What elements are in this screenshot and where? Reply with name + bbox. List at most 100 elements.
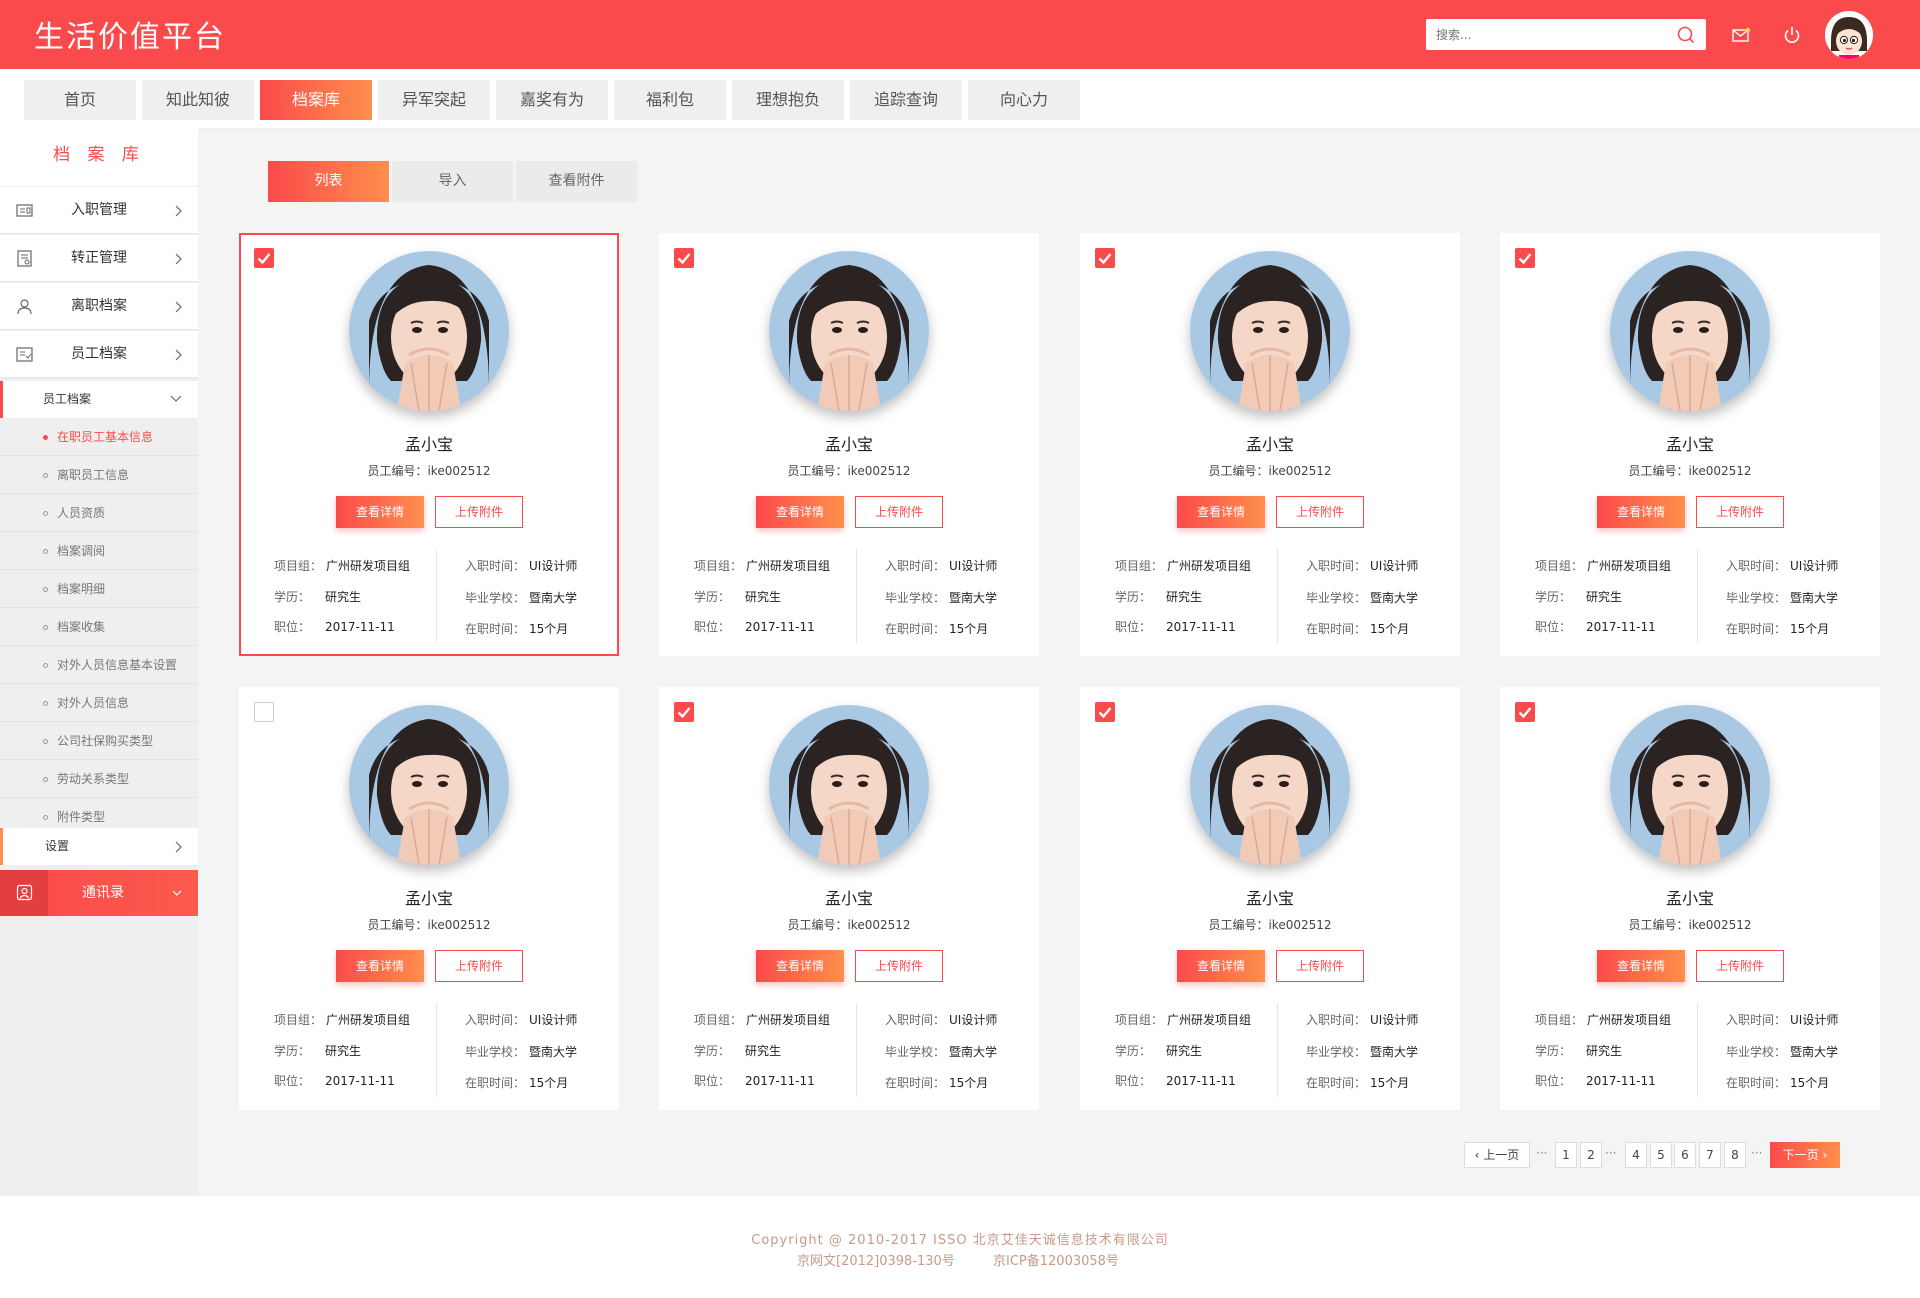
sidebar-subitem[interactable]: 档案调阅 bbox=[0, 533, 198, 570]
search-icon[interactable] bbox=[1676, 25, 1696, 45]
info-key: 在职时间： bbox=[465, 622, 526, 636]
employee-card[interactable]: 孟小宝 员工编号：ike002512 查看详情 上传附件 项目组： 广州研发项目组 学历： 研… bbox=[659, 687, 1039, 1110]
info-school: 毕业学校： 暨南大学 bbox=[885, 1043, 997, 1060]
view-details-button[interactable]: 查看详情 bbox=[756, 496, 844, 528]
next-page-button[interactable]: 下一页 › bbox=[1770, 1142, 1840, 1168]
employee-id: 员工编号：ike002512 bbox=[1628, 918, 1752, 932]
employee-card[interactable]: 孟小宝 员工编号：ike002512 查看详情 上传附件 项目组： 广州研发项目组 学历： 研… bbox=[659, 233, 1039, 656]
sidebar-subitem[interactable]: 离职员工信息 bbox=[0, 457, 198, 494]
page-number-button[interactable]: 2 bbox=[1580, 1142, 1602, 1168]
sidebar-subitem[interactable]: 对外人员信息基本设置 bbox=[0, 647, 198, 684]
page-number-button[interactable]: 1 bbox=[1555, 1142, 1577, 1168]
info-join-time: 入职时间： UI设计师 bbox=[885, 1011, 997, 1028]
card-checkbox[interactable] bbox=[674, 248, 694, 268]
tab-tracking[interactable]: 追踪查询 bbox=[850, 80, 962, 120]
upload-attachment-button[interactable]: 上传附件 bbox=[1696, 496, 1784, 528]
sidebar-item-contacts[interactable]: 通讯录 bbox=[0, 870, 198, 916]
employee-card[interactable]: 孟小宝 员工编号：ike002512 查看详情 上传附件 项目组： 广州研发项目组 学历： 研… bbox=[1080, 233, 1460, 656]
power-icon[interactable] bbox=[1781, 24, 1803, 46]
view-details-button[interactable]: 查看详情 bbox=[1177, 950, 1265, 982]
view-details-button[interactable]: 查看详情 bbox=[756, 950, 844, 982]
sidebar-subitem[interactable]: 劳动关系类型 bbox=[0, 761, 198, 798]
sidebar-subitem-label: 在职员工基本信息 bbox=[57, 430, 154, 444]
tab-cohesion[interactable]: 向心力 bbox=[968, 80, 1080, 120]
sidebar-item-onboarding[interactable]: 入职管理 bbox=[0, 187, 198, 234]
tab-ideals[interactable]: 理想抱负 bbox=[732, 80, 844, 120]
sidebar-subitem[interactable]: 在职员工基本信息 bbox=[0, 419, 198, 456]
info-key: 职位： bbox=[694, 620, 731, 634]
employee-card[interactable]: 孟小宝 员工编号：ike002512 查看详情 上传附件 项目组： 广州研发项目组 学历： 研… bbox=[1500, 687, 1880, 1110]
sidebar-item-settings[interactable]: 设置 bbox=[0, 828, 198, 865]
sidebar-subitem[interactable]: 档案明细 bbox=[0, 571, 198, 608]
info-value: 15个月 bbox=[949, 622, 989, 636]
sidebar-item-resignation[interactable]: 离职档案 bbox=[0, 283, 198, 330]
sidebar-item-employee-archive[interactable]: 员工档案 bbox=[0, 331, 198, 378]
search-box[interactable] bbox=[1426, 19, 1706, 50]
card-checkbox[interactable] bbox=[1515, 702, 1535, 722]
tab-zhicizhibi[interactable]: 知此知彼 bbox=[142, 80, 254, 120]
info-divider bbox=[1277, 549, 1278, 643]
employee-card[interactable]: 孟小宝 员工编号：ike002512 查看详情 上传附件 项目组： 广州研发项目组 学历： 研… bbox=[1080, 687, 1460, 1110]
tab-yijuntuqi[interactable]: 异军突起 bbox=[378, 80, 490, 120]
upload-attachment-button[interactable]: 上传附件 bbox=[435, 496, 523, 528]
info-value: 广州研发项目组 bbox=[326, 559, 411, 573]
tab-welfare[interactable]: 福利包 bbox=[614, 80, 726, 120]
page-number-button[interactable]: 8 bbox=[1724, 1142, 1746, 1168]
card-checkbox[interactable] bbox=[254, 702, 274, 722]
employee-card[interactable]: 孟小宝 员工编号：ike002512 查看详情 上传附件 项目组： 广州研发项目组 学历： 研… bbox=[1500, 233, 1880, 656]
user-avatar[interactable] bbox=[1825, 11, 1873, 59]
info-key: 学历： bbox=[1115, 590, 1152, 604]
page-number-button[interactable]: 7 bbox=[1699, 1142, 1721, 1168]
employee-id: 员工编号：ike002512 bbox=[1208, 918, 1332, 932]
sidebar-subitem[interactable]: 人员资质 bbox=[0, 495, 198, 532]
info-divider bbox=[856, 1003, 857, 1097]
copyright-text: Copyright @ 2010-2017 ISSO 北京艾佳天诚信息技术有限公… bbox=[751, 1233, 1169, 1248]
upload-attachment-button[interactable]: 上传附件 bbox=[1276, 496, 1364, 528]
card-checkbox[interactable] bbox=[1515, 248, 1535, 268]
sidebar-subitem[interactable]: 对外人员信息 bbox=[0, 685, 198, 722]
card-checkbox[interactable] bbox=[1095, 702, 1115, 722]
page-number-button[interactable]: 6 bbox=[1674, 1142, 1696, 1168]
subtab-view-attachments[interactable]: 查看附件 bbox=[516, 161, 637, 202]
upload-attachment-button[interactable]: 上传附件 bbox=[855, 496, 943, 528]
sidebar-item-regularization[interactable]: 转正管理 bbox=[0, 235, 198, 282]
info-value: 2017-11-11 bbox=[325, 620, 395, 634]
page-number-button[interactable]: 5 bbox=[1650, 1142, 1672, 1168]
prev-page-label: 上一页 bbox=[1483, 1148, 1520, 1162]
card-checkbox[interactable] bbox=[1095, 248, 1115, 268]
upload-attachment-button[interactable]: 上传附件 bbox=[855, 950, 943, 982]
employee-card[interactable]: 孟小宝 员工编号：ike002512 查看详情 上传附件 项目组： 广州研发项目组 学历： 研… bbox=[239, 233, 619, 656]
mail-icon[interactable] bbox=[1730, 24, 1752, 46]
tab-archive[interactable]: 档案库 bbox=[260, 80, 372, 120]
view-details-button[interactable]: 查看详情 bbox=[1597, 496, 1685, 528]
view-details-button[interactable]: 查看详情 bbox=[336, 496, 424, 528]
sidebar-subitem-label: 劳动关系类型 bbox=[57, 772, 130, 786]
info-value: UI设计师 bbox=[949, 559, 998, 573]
upload-attachment-button[interactable]: 上传附件 bbox=[1696, 950, 1784, 982]
main-nav: 首页 知此知彼 档案库 异军突起 嘉奖有为 福利包 理想抱负 追踪查询 向心力 bbox=[0, 69, 1920, 129]
search-input[interactable] bbox=[1436, 19, 1666, 50]
view-details-button[interactable]: 查看详情 bbox=[1177, 496, 1265, 528]
info-divider bbox=[436, 549, 437, 643]
upload-attachment-button[interactable]: 上传附件 bbox=[435, 950, 523, 982]
info-key: 毕业学校： bbox=[465, 1045, 526, 1059]
sidebar-item-label: 离职档案 bbox=[71, 298, 127, 314]
view-details-button[interactable]: 查看详情 bbox=[336, 950, 424, 982]
subtab-list[interactable]: 列表 bbox=[268, 161, 389, 202]
sidebar-subitem[interactable]: 公司社保购买类型 bbox=[0, 723, 198, 760]
bullet-icon bbox=[43, 549, 48, 554]
subtab-import[interactable]: 导入 bbox=[392, 161, 513, 202]
tab-home[interactable]: 首页 bbox=[24, 80, 136, 120]
sidebar-title: 档 案 库 bbox=[0, 124, 198, 186]
prev-page-button[interactable]: ‹ 上一页 bbox=[1464, 1142, 1530, 1168]
card-checkbox[interactable] bbox=[254, 248, 274, 268]
sidebar-subitem[interactable]: 档案收集 bbox=[0, 609, 198, 646]
page-number-button[interactable]: 4 bbox=[1625, 1142, 1647, 1168]
upload-attachment-button[interactable]: 上传附件 bbox=[1276, 950, 1364, 982]
tab-jiajiang[interactable]: 嘉奖有为 bbox=[496, 80, 608, 120]
sidebar-group-employee-archive[interactable]: 员工档案 bbox=[0, 381, 198, 418]
card-checkbox[interactable] bbox=[674, 702, 694, 722]
view-details-button[interactable]: 查看详情 bbox=[1597, 950, 1685, 982]
employee-card[interactable]: 孟小宝 员工编号：ike002512 查看详情 上传附件 项目组： 广州研发项目组 学历： 研… bbox=[239, 687, 619, 1110]
chevron-right-icon bbox=[175, 253, 182, 265]
